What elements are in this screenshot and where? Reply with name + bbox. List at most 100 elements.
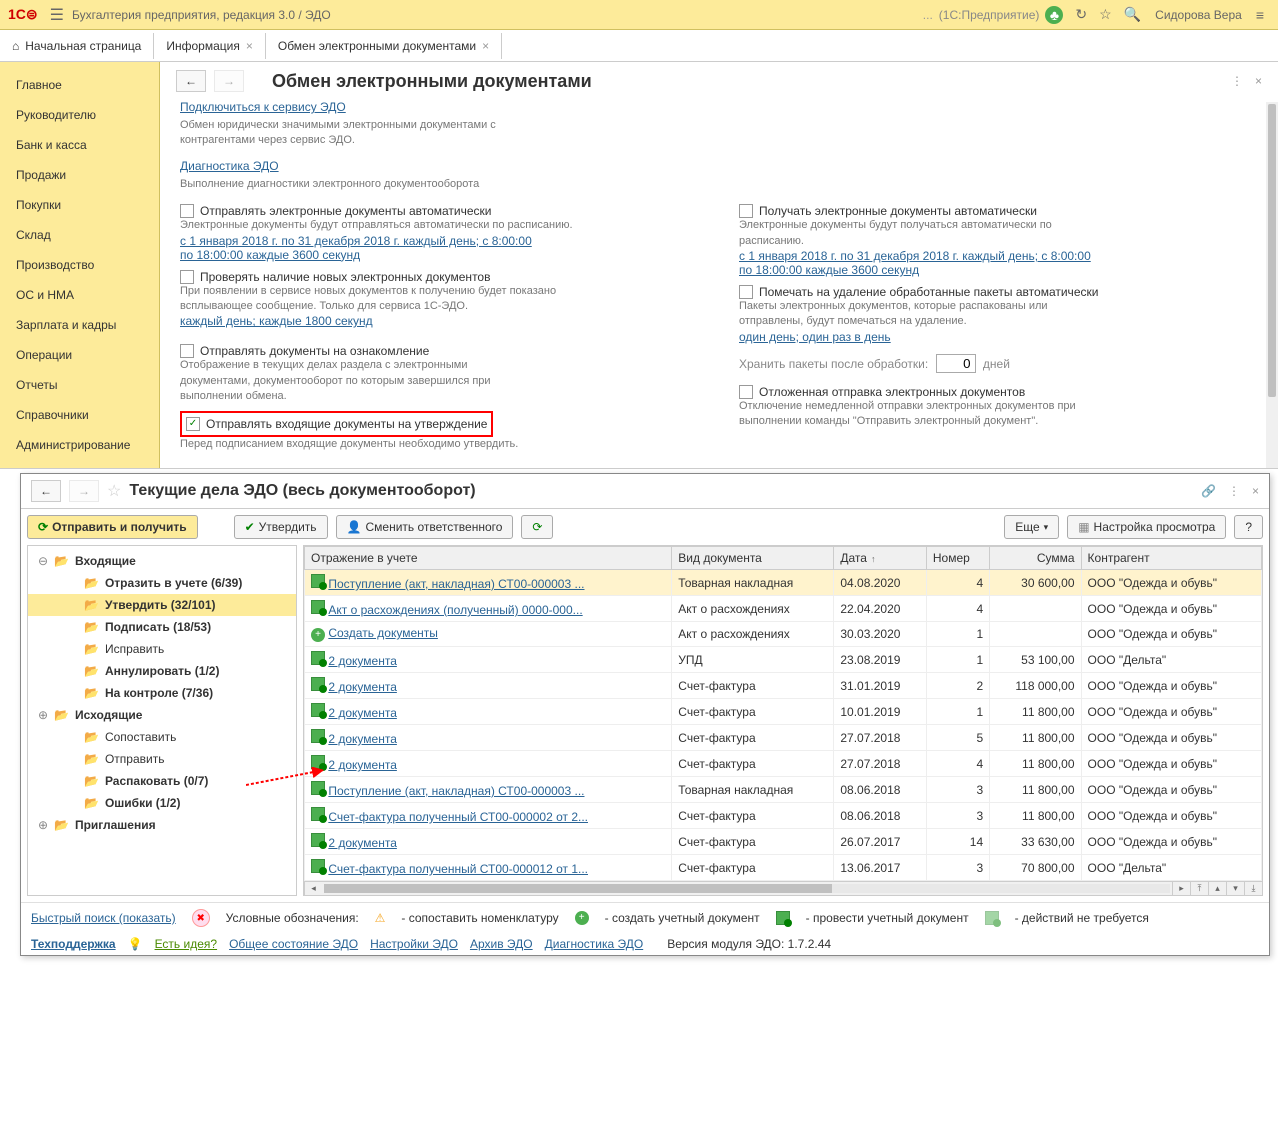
table-row[interactable]: 2 документаСчет-фактура26.07.20171433 63…	[305, 829, 1262, 855]
sidebar-item[interactable]: Продажи	[0, 160, 159, 190]
table-row[interactable]: 2 документаСчет-фактура10.01.2019111 800…	[305, 699, 1262, 725]
doc-link[interactable]: Поступление (акт, накладная) СТ00-000003…	[328, 784, 584, 798]
link-icon[interactable]: 🔗	[1201, 484, 1216, 498]
doc-link[interactable]: Создать документы	[328, 626, 438, 640]
link-diag[interactable]: Диагностика ЭДО	[545, 937, 644, 951]
tree-item[interactable]: 📂Ошибки (1/2)	[28, 792, 296, 814]
link-archive[interactable]: Архив ЭДО	[470, 937, 533, 951]
schedule-link[interactable]: один день; один раз в день	[739, 330, 1258, 344]
approve-button[interactable]: ✔Утвердить	[234, 515, 328, 539]
store-days-input[interactable]	[936, 354, 976, 373]
col-date[interactable]: Дата↑	[834, 547, 927, 570]
sidebar-item[interactable]: Справочники	[0, 400, 159, 430]
tree-item[interactable]: ⊖📂Входящие	[28, 550, 296, 572]
doc-link[interactable]: 2 документа	[328, 836, 397, 850]
more-button[interactable]: Еще ▾	[1004, 515, 1059, 539]
checkbox[interactable]	[739, 385, 753, 399]
col-reflection[interactable]: Отражение в учете	[305, 547, 672, 570]
fwd-button[interactable]: →	[69, 480, 99, 502]
tree-item[interactable]: ⊕📂Приглашения	[28, 814, 296, 836]
idea-link[interactable]: Есть идея?	[155, 937, 218, 951]
checkbox[interactable]	[180, 204, 194, 218]
tree-item[interactable]: 📂Утвердить (32/101)	[28, 594, 296, 616]
refresh-button[interactable]: ⟳	[521, 515, 553, 539]
vertical-scrollbar[interactable]	[1266, 102, 1278, 468]
sidebar-item[interactable]: Склад	[0, 220, 159, 250]
tree-item[interactable]: 📂Отразить в учете (6/39)	[28, 572, 296, 594]
checkbox[interactable]	[180, 270, 194, 284]
sidebar-item[interactable]: Операции	[0, 340, 159, 370]
table-row[interactable]: Счет-фактура полученный СТ00-000012 от 1…	[305, 855, 1262, 881]
col-org[interactable]: Контрагент	[1081, 547, 1261, 570]
search-icon[interactable]: 🔍	[1124, 6, 1141, 23]
support-link[interactable]: Техподдержка	[31, 937, 116, 951]
back-button[interactable]: ←	[176, 70, 206, 92]
checkbox[interactable]	[739, 285, 753, 299]
schedule-link[interactable]: с 1 января 2018 г. по 31 декабря 2018 г.…	[180, 234, 540, 262]
link-settings[interactable]: Настройки ЭДО	[370, 937, 458, 951]
link-diag-edo[interactable]: Диагностика ЭДО	[180, 159, 1258, 173]
table-row[interactable]: 2 документаСчет-фактура31.01.20192118 00…	[305, 673, 1262, 699]
col-number[interactable]: Номер	[926, 547, 989, 570]
doc-link[interactable]: 2 документа	[328, 706, 397, 720]
fwd-button[interactable]: →	[214, 70, 244, 92]
table-row[interactable]: + Создать документыАкт о расхождениях30.…	[305, 622, 1262, 647]
sidebar-item[interactable]: Банк и касса	[0, 130, 159, 160]
doc-link[interactable]: 2 документа	[328, 732, 397, 746]
checkbox[interactable]	[739, 204, 753, 218]
table-row[interactable]: Поступление (акт, накладная) СТ00-000003…	[305, 570, 1262, 596]
tree-item[interactable]: ⊕📂Исходящие	[28, 704, 296, 726]
tab-edo[interactable]: Обмен электронными документами ×	[266, 33, 502, 59]
doc-link[interactable]: Счет-фактура полученный СТ00-000012 от 1…	[328, 862, 588, 876]
quick-search-link[interactable]: Быстрый поиск (показать)	[31, 911, 176, 925]
scroll-down-icon[interactable]: ▾	[1226, 882, 1244, 895]
scroll-top-icon[interactable]: ⤒	[1190, 882, 1208, 895]
sidebar-item[interactable]: Отчеты	[0, 370, 159, 400]
close-icon[interactable]: ×	[482, 39, 489, 53]
link-connect-edo[interactable]: Подключиться к сервису ЭДО	[180, 100, 1258, 114]
schedule-link[interactable]: каждый день; каждые 1800 секунд	[180, 314, 699, 328]
doc-link[interactable]: 2 документа	[328, 680, 397, 694]
sidebar-item[interactable]: Зарплата и кадры	[0, 310, 159, 340]
tree-item[interactable]: 📂Исправить	[28, 638, 296, 660]
tab-info[interactable]: Информация ×	[154, 33, 266, 59]
checkbox[interactable]: ✓	[186, 417, 200, 431]
table-row[interactable]: 2 документаСчет-фактура27.07.2018511 800…	[305, 725, 1262, 751]
sidebar-item[interactable]: Покупки	[0, 190, 159, 220]
tree-item[interactable]: 📂Подписать (18/53)	[28, 616, 296, 638]
tree-item[interactable]: 📂Распаковать (0/7)	[28, 770, 296, 792]
star-icon[interactable]: ☆	[107, 481, 121, 501]
sidebar-item[interactable]: Главное	[0, 70, 159, 100]
tree-item[interactable]: 📂Отправить	[28, 748, 296, 770]
doc-link[interactable]: Акт о расхождениях (полученный) 0000-000…	[328, 603, 582, 617]
help-button[interactable]: ?	[1234, 515, 1263, 539]
kebab-icon[interactable]: ⋮	[1231, 74, 1243, 88]
tree-item[interactable]: 📂Сопоставить	[28, 726, 296, 748]
schedule-link[interactable]: с 1 января 2018 г. по 31 декабря 2018 г.…	[739, 249, 1099, 277]
kebab-icon[interactable]: ⋮	[1228, 484, 1240, 498]
sidebar-item[interactable]: Руководителю	[0, 100, 159, 130]
checkbox[interactable]	[180, 344, 194, 358]
sidebar-item[interactable]: ОС и НМА	[0, 280, 159, 310]
doc-link[interactable]: Счет-фактура полученный СТ00-000002 от 2…	[328, 810, 588, 824]
table-row[interactable]: Поступление (акт, накладная) СТ00-000003…	[305, 777, 1262, 803]
clear-icon[interactable]: ✖	[192, 909, 210, 927]
change-resp-button[interactable]: 👤Сменить ответственного	[336, 515, 514, 539]
send-receive-button[interactable]: ⟳Отправить и получить	[27, 515, 198, 539]
tab-home[interactable]: ⌂ Начальная страница	[0, 33, 154, 59]
table-row[interactable]: 2 документаСчет-фактура27.07.2018411 800…	[305, 751, 1262, 777]
notify-icon[interactable]: ♣	[1045, 6, 1063, 24]
table-row[interactable]: 2 документаУПД23.08.2019153 100,00ООО "Д…	[305, 647, 1262, 673]
doc-link[interactable]: 2 документа	[328, 654, 397, 668]
doc-link[interactable]: 2 документа	[328, 758, 397, 772]
table-row[interactable]: Счет-фактура полученный СТ00-000002 от 2…	[305, 803, 1262, 829]
col-kind[interactable]: Вид документа	[672, 547, 834, 570]
col-sum[interactable]: Сумма	[990, 547, 1081, 570]
star-icon[interactable]: ☆	[1099, 6, 1112, 23]
scroll-bottom-icon[interactable]: ⤓	[1244, 882, 1262, 895]
horizontal-scrollbar[interactable]: ◂▸ ⤒ ▴ ▾ ⤓	[304, 881, 1262, 895]
sidebar-item[interactable]: Производство	[0, 250, 159, 280]
doc-link[interactable]: Поступление (акт, накладная) СТ00-000003…	[328, 577, 584, 591]
table-row[interactable]: Акт о расхождениях (полученный) 0000-000…	[305, 596, 1262, 622]
history-icon[interactable]: ↻	[1075, 6, 1087, 23]
